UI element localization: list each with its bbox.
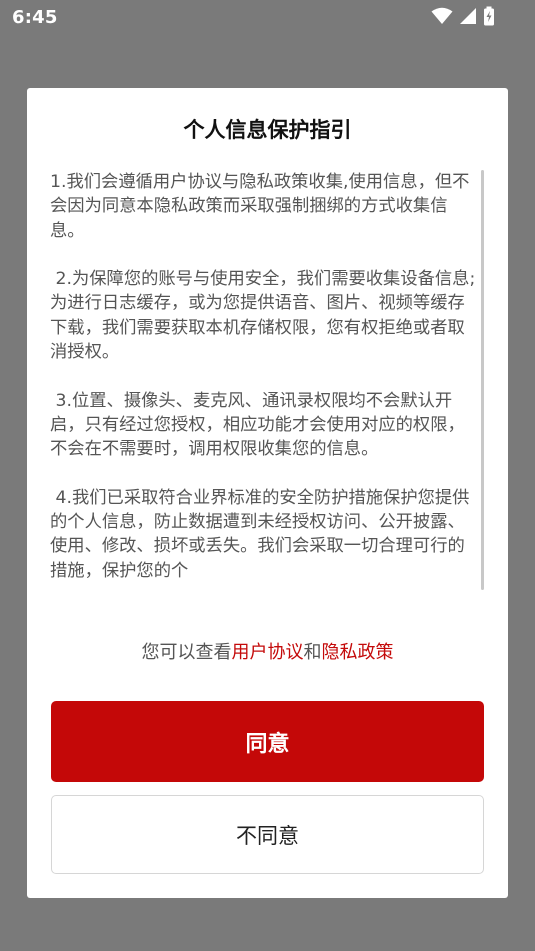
links-connector: 和 [303, 642, 322, 663]
policy-paragraph-4: 4.我们已采取符合业界标准的安全防护措施保护您提供的个人信息，防止数据遭到未经授… [50, 487, 470, 581]
policy-paragraph-2: 2.为保障您的账号与使用安全，我们需要收集设备信息;为进行日志缓存，或为您提供语… [50, 269, 476, 363]
dialog-title: 个人信息保护指引 [183, 118, 352, 142]
links-prefix: 您可以查看 [141, 642, 232, 663]
status-time: 6:45 [12, 7, 58, 28]
scrollbar[interactable] [481, 170, 484, 590]
status-icons [431, 6, 495, 30]
privacy-dialog: 个人信息保护指引 1.我们会遵循用户协议与隐私政策收集,使用信息，但不会因为同意… [27, 88, 508, 898]
privacy-policy-link[interactable]: 隐私政策 [322, 642, 394, 663]
agree-button[interactable]: 同意 [51, 701, 484, 782]
status-bar: 6:45 [0, 0, 535, 36]
user-agreement-link[interactable]: 用户协议 [232, 642, 304, 663]
policy-text-scroll[interactable]: 1.我们会遵循用户协议与隐私政策收集,使用信息，但不会因为同意本隐私政策而采取强… [50, 170, 480, 610]
policy-links-line: 您可以查看用户协议和隐私政策 [27, 638, 508, 664]
policy-paragraph-1: 1.我们会遵循用户协议与隐私政策收集,使用信息，但不会因为同意本隐私政策而采取强… [50, 172, 470, 241]
policy-paragraph-3: 3.位置、摄像头、麦克风、通讯录权限均不会默认开启，只有经过您授权，相应功能才会… [50, 390, 465, 460]
wifi-icon [431, 7, 453, 29]
battery-charging-icon [483, 6, 495, 30]
disagree-button[interactable]: 不同意 [51, 795, 484, 874]
signal-icon [459, 7, 477, 29]
